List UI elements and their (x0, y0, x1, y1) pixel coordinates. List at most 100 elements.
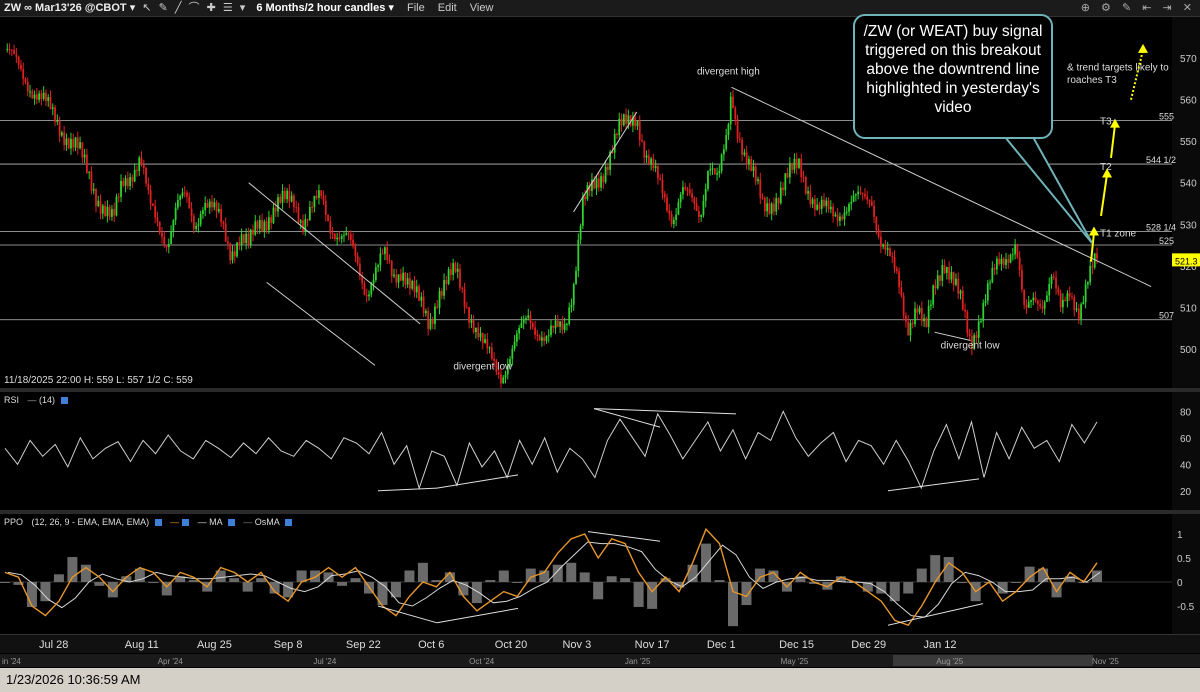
price-candle (843, 212, 846, 220)
price-candle (686, 188, 689, 190)
price-candle (741, 139, 743, 155)
price-candle (1066, 293, 1069, 302)
price-candle (63, 132, 66, 146)
rsi-panel[interactable]: 20 40 60 80 RSI — (14) (0, 392, 1200, 510)
price-candle (308, 207, 311, 221)
period-selector[interactable]: 6 Months/2 hour candles ▾ (250, 0, 394, 16)
price-candle (1034, 297, 1037, 301)
price-candle (299, 220, 302, 223)
price-candle (399, 274, 402, 281)
price-candle (543, 337, 546, 342)
price-candle (918, 307, 921, 313)
price-candle (51, 107, 54, 109)
price-candle (515, 333, 518, 342)
price-candle (254, 221, 257, 235)
ppo-visible-checkbox[interactable] (154, 519, 162, 527)
price-candle (845, 211, 848, 213)
price-candle (531, 323, 534, 328)
osma-bar (566, 562, 577, 582)
price-candle (866, 196, 869, 200)
price-candle (1091, 265, 1094, 268)
price-candle (898, 271, 900, 288)
ppo-osma-checkbox[interactable] (284, 519, 292, 527)
price-candle (716, 173, 718, 175)
time-scrollbar[interactable]: in '24 Apr '24 Jul '24 Oct '24 Jan '25 May '2… (0, 654, 1200, 667)
price-candle (798, 158, 800, 168)
price-candle (943, 265, 946, 274)
date-tick-label: Nov 3 (562, 639, 591, 651)
menu-file[interactable]: File (397, 0, 425, 16)
price-candle (374, 267, 377, 281)
price-candle (179, 196, 182, 200)
price-candle (525, 317, 527, 320)
rsi-line (4, 410, 1098, 490)
price-candle (206, 203, 209, 208)
price-candle (415, 286, 418, 293)
osma-bar (404, 570, 415, 582)
status-bar: 1/23/2026 10:36:59 AM (0, 668, 1200, 692)
overview-tick-label: Apr '24 (158, 657, 184, 666)
price-candle (618, 118, 621, 136)
price-candle (395, 274, 398, 283)
target-arrowhead (1138, 43, 1148, 53)
ppo-line-checkbox[interactable] (182, 519, 190, 527)
price-candle (40, 93, 43, 99)
price-candle (456, 268, 459, 272)
price-candle (261, 220, 263, 232)
menu-edit[interactable]: Edit (428, 0, 457, 16)
price-candle (850, 201, 853, 205)
level-label: 555 (1159, 111, 1174, 121)
price-candle (147, 183, 150, 191)
drawing-tools-icon[interactable]: ↖ ✎ ╱ ⌒ ✚ ☰ ▾ (138, 0, 247, 16)
price-candle (158, 221, 161, 233)
chart-annotation: divergent low (941, 341, 1001, 352)
price-candle (111, 209, 113, 217)
price-candle (745, 152, 748, 165)
price-candle (431, 319, 434, 324)
menu-view[interactable]: View (460, 0, 494, 16)
price-candle (129, 177, 132, 187)
osma-bar (943, 557, 954, 582)
ppo-tick-label: 0 (1177, 578, 1183, 589)
price-candle (550, 325, 552, 336)
ppo-panel[interactable]: 1 0.5 0 -0.5 PPO (12, 26, 9 - EMA, EMA, EMA… (0, 514, 1200, 634)
date-tick-label: Sep 8 (274, 639, 303, 651)
price-candle (1039, 304, 1042, 307)
price-candle (142, 164, 145, 168)
rsi-visible-checkbox[interactable] (60, 397, 68, 405)
price-candle (600, 176, 602, 188)
rsi-chart: 20 40 60 80 (4, 392, 1200, 510)
price-candle (511, 348, 514, 359)
price-candle (795, 158, 798, 168)
price-candle (779, 187, 782, 204)
price-candle (645, 155, 648, 158)
symbol-selector[interactable]: ZW ∞ Mar13'26 @CBOT ▾ (0, 0, 135, 16)
price-candle (233, 251, 236, 257)
osma-bar (741, 582, 752, 606)
price-candle (183, 192, 186, 194)
price-candle (654, 166, 657, 169)
price-candle (595, 178, 598, 189)
price-candle (1018, 257, 1021, 271)
price-candle (1052, 276, 1055, 278)
price-candle (1036, 300, 1039, 305)
price-candle (70, 138, 72, 149)
date-tick-label: Oct 20 (495, 639, 527, 651)
price-candle (288, 190, 291, 202)
price-candle (365, 295, 368, 297)
price-candle (167, 243, 170, 248)
price-candle (242, 234, 245, 244)
price-candle (170, 231, 172, 244)
price-candle (786, 173, 789, 178)
price-candle (575, 270, 577, 285)
price-candle (934, 285, 937, 289)
price-candle (95, 189, 97, 206)
ppo-ma-checkbox[interactable] (227, 519, 235, 527)
window-controls-icon[interactable]: ⊕ ⚙ ✎ ⇤ ⇥ ✕ (1081, 0, 1196, 16)
chart-annotation: & trend targets likely to (1067, 63, 1169, 74)
price-candle (695, 203, 698, 212)
price-candle (475, 327, 477, 333)
price-candle (293, 195, 295, 208)
price-candle (131, 177, 134, 182)
price-candle (697, 211, 700, 217)
